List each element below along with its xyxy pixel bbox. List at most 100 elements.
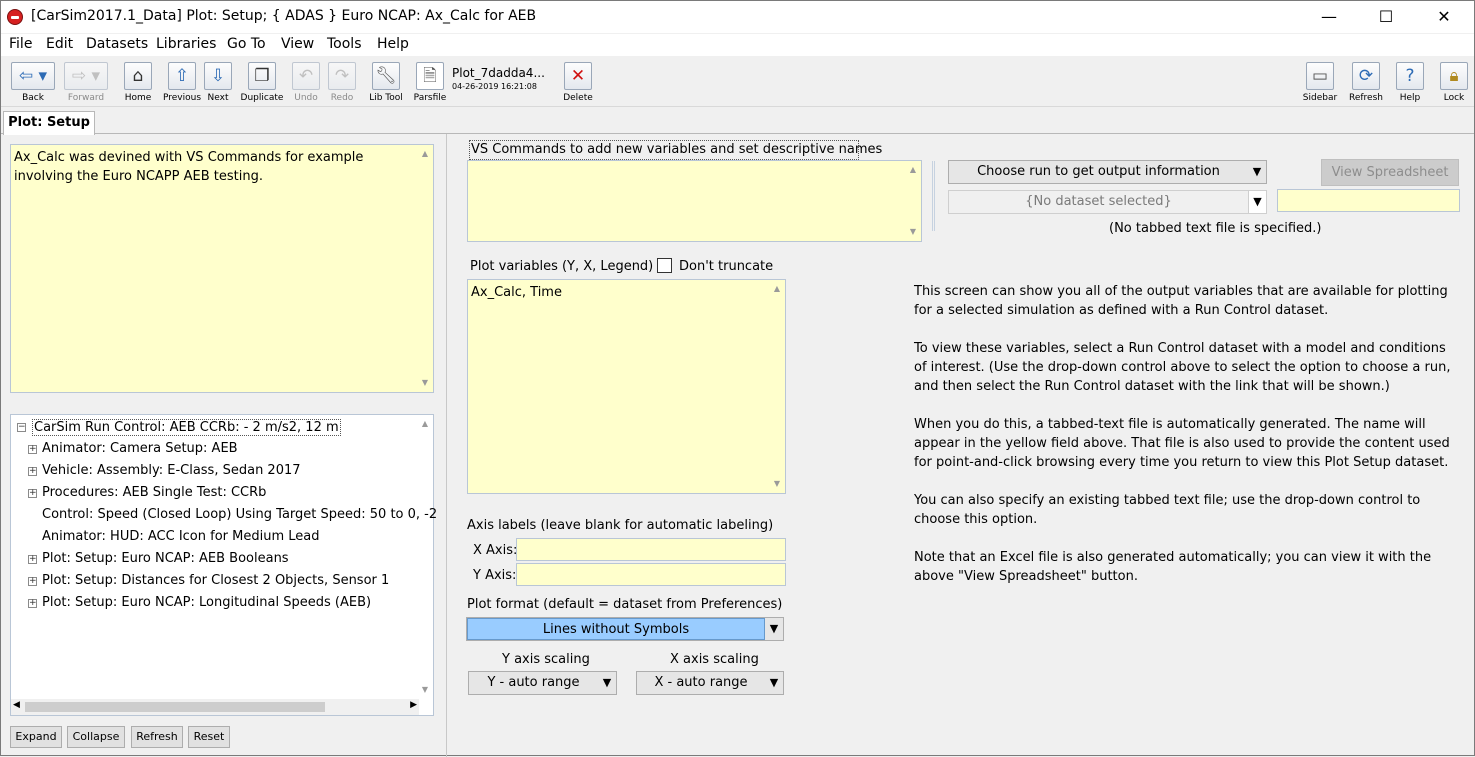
plot-format-dropdown[interactable]: Lines without Symbols ▼ [466, 617, 784, 641]
expand-icon[interactable]: + [28, 445, 37, 454]
duplicate-button[interactable]: ❐ Duplicate [239, 60, 285, 106]
notes-field[interactable]: Ax_Calc was devined with VS Commands for… [10, 144, 434, 393]
reset-button[interactable]: Reset [188, 726, 230, 748]
plot-variables-scrollbar[interactable]: ▲ ▼ [769, 280, 785, 493]
choose-run-dropdown[interactable]: Choose run to get output information ▼ [948, 160, 1267, 184]
home-button[interactable]: ⌂ Home [120, 60, 156, 106]
y-axis-scaling-value: Y - auto range [487, 675, 580, 690]
scroll-left-icon[interactable]: ◀ [13, 700, 20, 710]
x-axis-scaling-value: X - auto range [654, 675, 748, 690]
plot-variables-label: Plot variables (Y, X, Legend) [470, 259, 654, 274]
undo-button[interactable]: ↶ Undo [289, 60, 323, 106]
dont-truncate-label: Don't truncate [679, 259, 774, 274]
x-axis-scaling-dropdown[interactable]: X - auto range ▼ [636, 671, 784, 695]
forward-button[interactable]: ⇨ ▾ Forward [60, 60, 112, 106]
view-spreadsheet-button[interactable]: View Spreadsheet [1321, 159, 1459, 186]
plot-format-value: Lines without Symbols [467, 618, 765, 640]
expand-icon[interactable]: + [28, 467, 37, 476]
chevron-down-icon: ▼ [1252, 165, 1262, 178]
previous-button[interactable]: ⇧ Previous [161, 60, 203, 106]
chevron-down-icon: ▼ [769, 676, 779, 689]
menu-help[interactable]: Help [377, 36, 409, 52]
tabbed-text-file-field[interactable] [1277, 189, 1460, 212]
dont-truncate-checkbox[interactable] [657, 258, 672, 273]
sidebar-button[interactable]: ▭ Sidebar [1301, 60, 1339, 106]
menu-edit[interactable]: Edit [46, 36, 73, 52]
parsfile-button[interactable]: 🗎︎ Parsfile [412, 60, 448, 106]
help-paragraph-3: When you do this, a tabbed-text file is … [914, 417, 1450, 470]
lock-button[interactable]: 🔒︎ Lock [1437, 60, 1471, 106]
panel-splitter[interactable] [446, 134, 447, 757]
tree-vertical-scrollbar[interactable]: ▲ ▼ [417, 415, 433, 699]
duplicate-icon: ❐ [248, 62, 276, 90]
scroll-down-icon[interactable]: ▼ [769, 477, 785, 491]
notes-scrollbar[interactable]: ▲ ▼ [417, 145, 433, 392]
scroll-down-icon[interactable]: ▼ [417, 376, 433, 390]
close-window-button[interactable]: ✕ [1421, 1, 1467, 33]
menu-libraries[interactable]: Libraries [156, 36, 216, 52]
lock-icon: 🔒︎ [1440, 62, 1468, 90]
parsfile-name[interactable]: Plot_7dadda4... [452, 66, 545, 80]
x-axis-input[interactable] [516, 538, 786, 561]
scroll-up-icon[interactable]: ▲ [769, 282, 785, 296]
help-button[interactable]: ? Help [1393, 60, 1427, 106]
menu-view[interactable]: View [281, 36, 314, 52]
undo-icon: ↶ [292, 62, 320, 90]
redo-button[interactable]: ↷ Redo [325, 60, 359, 106]
dataset-dropdown[interactable]: {No dataset selected} ▼ [948, 190, 1267, 214]
forward-arrow-icon: ⇨ ▾ [64, 62, 108, 90]
expand-icon[interactable]: + [28, 599, 37, 608]
carsim-app-icon[interactable] [7, 9, 23, 25]
notes-text: Ax_Calc was devined with VS Commands for… [14, 150, 364, 184]
app-window: [CarSim2017.1_Data] Plot: Setup; { ADAS … [0, 0, 1475, 757]
scroll-up-icon[interactable]: ▲ [905, 163, 921, 177]
y-axis-scaling-dropdown[interactable]: Y - auto range ▼ [468, 671, 617, 695]
tab-plot-setup[interactable]: Plot: Setup [3, 111, 95, 135]
plot-variables-field[interactable]: Ax_Calc, Time ▲ ▼ [467, 279, 786, 494]
next-button[interactable]: ⇩ Next [201, 60, 235, 106]
menu-datasets[interactable]: Datasets [86, 36, 148, 52]
refresh-button[interactable]: ⟳ Refresh [1347, 60, 1385, 106]
down-arrow-icon: ⇩ [204, 62, 232, 90]
scroll-right-icon[interactable]: ▶ [410, 700, 417, 710]
scroll-up-icon[interactable]: ▲ [417, 147, 433, 161]
home-icon: ⌂ [124, 62, 152, 90]
plot-variables-text: Ax_Calc, Time [471, 285, 562, 300]
y-axis-input[interactable] [516, 563, 786, 586]
back-arrow-icon: ⇦ ▾ [11, 62, 55, 90]
back-button[interactable]: ⇦ ▾ Back [7, 60, 59, 106]
expand-button[interactable]: Expand [10, 726, 62, 748]
scroll-down-icon[interactable]: ▼ [905, 225, 921, 239]
menu-tools[interactable]: Tools [327, 36, 362, 52]
document-icon: 🗎︎ [416, 62, 444, 90]
minimize-button[interactable]: — [1306, 1, 1352, 33]
help-paragraph-5: Note that an Excel file is also generate… [914, 550, 1432, 584]
expand-icon[interactable]: + [28, 555, 37, 564]
x-axis-label: X Axis: [473, 543, 518, 558]
window-title: [CarSim2017.1_Data] Plot: Setup; { ADAS … [31, 8, 537, 24]
vs-commands-field[interactable]: ▲ ▼ [467, 160, 922, 242]
tab-strip: Plot: Setup [1, 108, 1474, 135]
collapse-icon[interactable]: − [17, 423, 26, 432]
lib-tool-button[interactable]: 🔧︎ Lib Tool [365, 60, 407, 106]
vs-commands-scrollbar[interactable]: ▲ ▼ [905, 161, 921, 241]
tree-horizontal-scrollbar[interactable]: ◀ ▶ [11, 699, 419, 715]
scroll-up-icon[interactable]: ▲ [417, 417, 433, 431]
delete-button[interactable]: ✕ Delete [561, 60, 595, 106]
scroll-thumb[interactable] [25, 702, 325, 712]
maximize-button[interactable]: ☐ [1363, 1, 1409, 33]
menu-file[interactable]: File [9, 36, 32, 52]
menu-go-to[interactable]: Go To [227, 36, 266, 52]
parsfile-date: 04-26-2019 16:21:08 [452, 82, 537, 91]
tree-refresh-button[interactable]: Refresh [131, 726, 183, 748]
plot-format-label: Plot format (default = dataset from Pref… [467, 597, 783, 612]
help-paragraph-4: You can also specify an existing tabbed … [914, 493, 1421, 527]
chevron-down-icon: ▼ [769, 622, 779, 635]
menu-bar: File Edit Datasets Libraries Go To View … [1, 34, 1474, 56]
expand-icon[interactable]: + [28, 577, 37, 586]
expand-icon[interactable]: + [28, 489, 37, 498]
collapse-button[interactable]: Collapse [67, 726, 125, 748]
scroll-down-icon[interactable]: ▼ [417, 683, 433, 697]
help-icon: ? [1396, 62, 1424, 90]
vs-commands-label: VS Commands to add new variables and set… [471, 142, 883, 157]
